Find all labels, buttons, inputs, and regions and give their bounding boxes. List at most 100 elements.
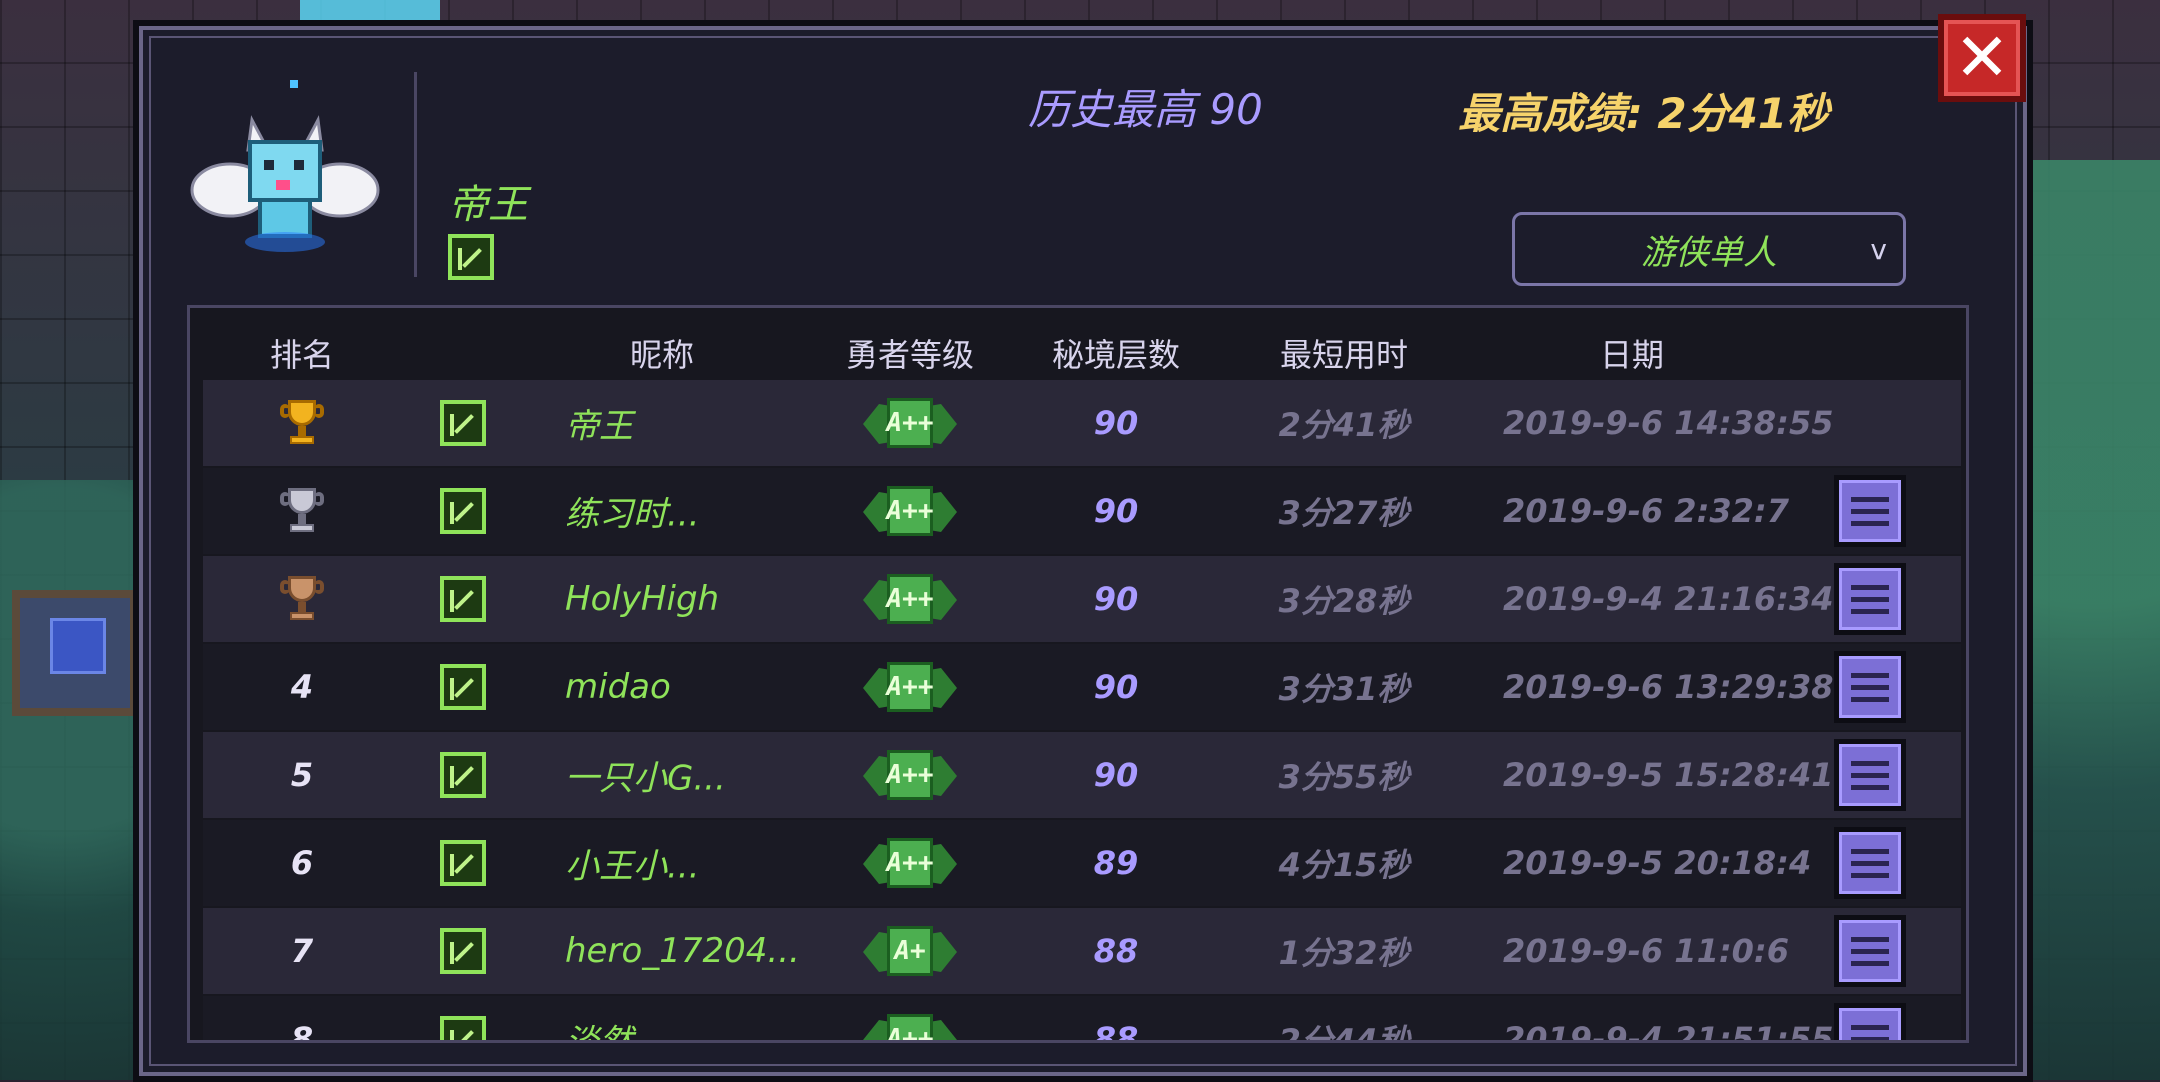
best-time: 4分15秒 xyxy=(1278,846,1410,884)
nickname: 一只小G... xyxy=(565,758,726,799)
gold-trophy-icon xyxy=(280,398,324,448)
column-header-rank: 排名 xyxy=(269,336,335,374)
list-icon[interactable] xyxy=(1834,1003,1906,1040)
ranger-class-icon xyxy=(440,1016,486,1040)
hero-level-text: A++ xyxy=(887,838,933,888)
record-date: 2019-9-6 11:0:6 xyxy=(1503,932,1789,970)
ranger-class-icon xyxy=(440,488,486,534)
mode-dropdown-value: 游侠单人 xyxy=(1641,232,1777,273)
best-time: 3分31秒 xyxy=(1278,670,1410,708)
floor-count: 90 xyxy=(1093,492,1139,530)
floor-count: 88 xyxy=(1093,1020,1139,1043)
column-header-time: 最短用时 xyxy=(1279,336,1409,374)
rank-number: 7 xyxy=(290,932,314,970)
list-icon[interactable] xyxy=(1834,651,1906,723)
table-row[interactable]: 帝王 A++ 90 2分41秒 2019-9-6 14:38:55 xyxy=(203,380,1961,466)
ranger-class-icon xyxy=(440,576,486,622)
hero-level-badge: A++ xyxy=(863,750,957,800)
nickname: 帝王 xyxy=(565,406,633,447)
record-date: 2019-9-5 20:18:4 xyxy=(1503,844,1812,882)
list-icon[interactable] xyxy=(1834,915,1906,987)
leaderboard-table: 排名 昵称 勇者等级 秘境层数 最短用时 日期 帝王 A++ 90 2分41秒 2019… xyxy=(187,305,1969,1043)
mode-dropdown[interactable]: 游侠单人 v xyxy=(1512,212,1906,286)
hero-level-text: A++ xyxy=(887,398,933,448)
best-time: 1分32秒 xyxy=(1278,934,1410,972)
row-menu-button[interactable] xyxy=(1834,563,1906,635)
hero-level-text: A++ xyxy=(887,1014,933,1040)
best-time: 2分41秒 xyxy=(1278,406,1410,444)
row-menu-button[interactable] xyxy=(1834,475,1906,547)
rank-number: 4 xyxy=(290,668,314,706)
column-header-floor: 秘境层数 xyxy=(1051,336,1181,374)
floor-count: 90 xyxy=(1093,404,1139,442)
ranger-class-icon xyxy=(448,234,494,280)
table-row[interactable]: 8 淡然 A++ 88 2分44秒 2019-9-4 21:51:55 xyxy=(203,996,1961,1043)
background-window xyxy=(12,590,138,716)
table-row[interactable]: 4 midao A++ 90 3分31秒 2019-9-6 13:29:38 xyxy=(203,644,1961,730)
ranger-class-icon xyxy=(440,752,486,798)
row-menu-button[interactable] xyxy=(1834,1003,1906,1040)
best-time: 3分28秒 xyxy=(1278,582,1410,620)
player-name: 帝王 xyxy=(448,182,528,228)
record-date: 2019-9-4 21:51:55 xyxy=(1503,1020,1834,1043)
rank-number: 5 xyxy=(290,756,314,794)
floor-count: 90 xyxy=(1093,668,1139,706)
hero-level-badge: A++ xyxy=(863,574,957,624)
hero-level-text: A++ xyxy=(887,662,933,712)
ranger-class-icon xyxy=(440,664,486,710)
row-menu-button[interactable] xyxy=(1834,827,1906,899)
floor-count: 90 xyxy=(1093,756,1139,794)
hero-level-text: A+ xyxy=(887,926,933,976)
record-date: 2019-9-6 13:29:38 xyxy=(1503,668,1834,706)
record-date: 2019-9-5 15:28:41 xyxy=(1503,756,1834,794)
floor-count: 89 xyxy=(1093,844,1139,882)
rank-number: 8 xyxy=(290,1020,314,1043)
nickname: 练习时... xyxy=(565,494,700,535)
hero-level-badge: A++ xyxy=(863,662,957,712)
table-row[interactable]: HolyHigh A++ 90 3分28秒 2019-9-4 21:16:34 xyxy=(203,556,1961,642)
best-time: 3分27秒 xyxy=(1278,494,1410,532)
list-icon[interactable] xyxy=(1834,563,1906,635)
column-header-level: 勇者等级 xyxy=(845,336,975,374)
nickname: 小王小... xyxy=(565,846,700,887)
player-avatar xyxy=(190,80,380,260)
table-header: 排名 昵称 勇者等级 秘境层数 最短用时 日期 xyxy=(190,308,1966,378)
nickname: HolyHigh xyxy=(565,579,720,619)
list-icon[interactable] xyxy=(1834,739,1906,811)
record-date: 2019-9-4 21:16:34 xyxy=(1503,580,1834,618)
floor-count: 90 xyxy=(1093,580,1139,618)
list-icon[interactable] xyxy=(1834,475,1906,547)
floor-count: 88 xyxy=(1093,932,1139,970)
record-date: 2019-9-6 14:38:55 xyxy=(1503,404,1834,442)
hero-level-text: A++ xyxy=(887,486,933,536)
list-icon[interactable] xyxy=(1834,827,1906,899)
row-menu-button[interactable] xyxy=(1834,739,1906,811)
ranger-class-icon xyxy=(440,400,486,446)
nickname: hero_17204... xyxy=(565,931,800,971)
hero-level-text: A++ xyxy=(887,574,933,624)
ranger-class-icon xyxy=(440,928,486,974)
best-time: 3分55秒 xyxy=(1278,758,1410,796)
table-row[interactable]: 7 hero_17204... A+ 88 1分32秒 2019-9-6 11:0:6 xyxy=(203,908,1961,994)
row-menu-button[interactable] xyxy=(1834,651,1906,723)
rank-number: 6 xyxy=(290,844,314,882)
close-button[interactable]: ✕ xyxy=(1938,14,2026,102)
background-sprite xyxy=(300,0,440,20)
chevron-down-icon: v xyxy=(1870,233,1887,266)
silver-trophy-icon xyxy=(280,486,324,536)
column-header-date: 日期 xyxy=(1599,336,1665,374)
hero-level-badge: A++ xyxy=(863,838,957,888)
history-best-label: 历史最高 90 xyxy=(1028,85,1263,134)
nickname: midao xyxy=(565,667,671,707)
hero-level-badge: A++ xyxy=(863,486,957,536)
ranger-class-icon xyxy=(440,840,486,886)
hero-level-badge: A+ xyxy=(863,926,957,976)
record-date: 2019-9-6 2:32:7 xyxy=(1503,492,1789,530)
hero-level-badge: A++ xyxy=(863,398,957,448)
best-time: 2分44秒 xyxy=(1278,1022,1410,1043)
hero-level-text: A++ xyxy=(887,750,933,800)
row-menu-button[interactable] xyxy=(1834,915,1906,987)
table-row[interactable]: 练习时... A++ 90 3分27秒 2019-9-6 2:32:7 xyxy=(203,468,1961,554)
table-row[interactable]: 5 一只小G... A++ 90 3分55秒 2019-9-5 15:28:41 xyxy=(203,732,1961,818)
table-row[interactable]: 6 小王小... A++ 89 4分15秒 2019-9-5 20:18:4 xyxy=(203,820,1961,906)
